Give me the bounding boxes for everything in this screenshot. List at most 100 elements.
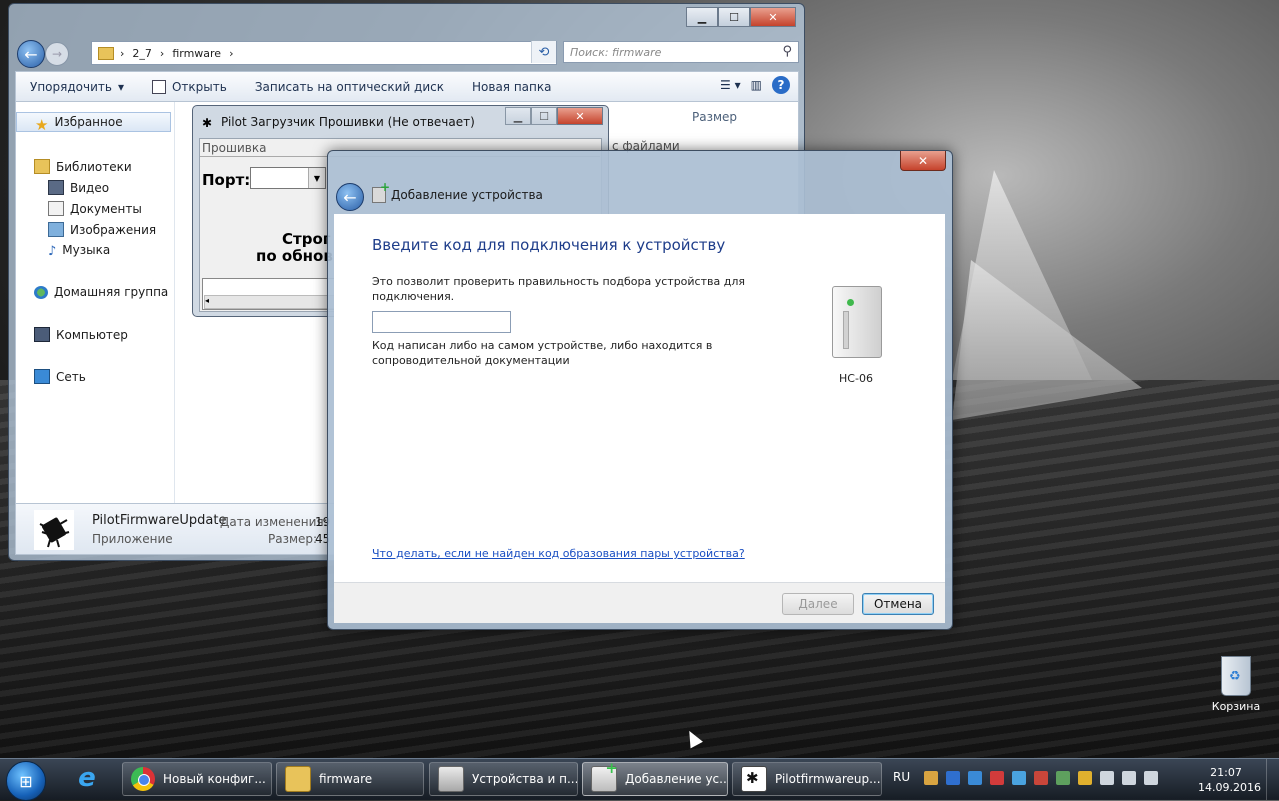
- nav-item-computer[interactable]: Компьютер: [34, 327, 128, 342]
- back-button[interactable]: ←: [336, 183, 364, 211]
- explorer-toolbar: Упорядочить ▾ Открыть Записать на оптиче…: [15, 71, 799, 103]
- nav-item-images[interactable]: Изображения: [48, 222, 156, 237]
- recycle-bin[interactable]: Корзина: [1206, 656, 1266, 713]
- pairing-code-hint: Код написан либо на самом устройстве, ли…: [372, 339, 713, 367]
- chevron-down-icon: ▾: [117, 80, 124, 94]
- pairing-code-input[interactable]: [372, 311, 511, 333]
- search-icon[interactable]: ⚲: [782, 44, 792, 59]
- nav-item-music[interactable]: ♪ Музыка: [48, 243, 110, 259]
- dialog-heading: Введите код для подключения к устройству: [372, 236, 726, 254]
- task-label: firmware: [319, 772, 373, 786]
- close-button[interactable]: ✕: [557, 107, 603, 125]
- clock-date: 14.09.2016: [1198, 781, 1261, 794]
- breadcrumb-segment[interactable]: firmware: [172, 47, 221, 60]
- open-label: Открыть: [171, 80, 227, 94]
- new-folder-label: Новая папка: [472, 80, 552, 94]
- back-button[interactable]: ←: [17, 40, 45, 68]
- search-input[interactable]: Поиск: firmware ⚲: [563, 41, 799, 63]
- tray-red-icon[interactable]: [990, 771, 1004, 785]
- address-bar[interactable]: › 2_7 › firmware › ▼: [91, 41, 557, 65]
- forward-button[interactable]: →: [45, 42, 69, 66]
- tray-hand-icon[interactable]: [924, 771, 938, 785]
- tray-app-icon[interactable]: [968, 771, 982, 785]
- nav-label: Сеть: [56, 369, 86, 384]
- bluetooth-icon[interactable]: [946, 771, 960, 785]
- minimize-button[interactable]: ▁: [505, 107, 531, 125]
- taskbar-item-add-device[interactable]: Добавление ус...: [582, 762, 728, 796]
- help-link[interactable]: Что делать, если не найден код образован…: [372, 547, 745, 560]
- nav-item-libraries[interactable]: Библиотеки: [34, 159, 132, 174]
- open-button[interactable]: Открыть: [138, 80, 241, 94]
- nav-label: Изображения: [70, 222, 157, 237]
- task-label: Устройства и п...: [472, 772, 578, 786]
- status-led: [847, 299, 854, 306]
- nav-item-network[interactable]: Сеть: [34, 369, 86, 384]
- tray-usb-icon[interactable]: [1034, 771, 1048, 785]
- folder-icon: [98, 46, 114, 60]
- cancel-button[interactable]: Отмена: [862, 593, 934, 615]
- window-icon: [151, 80, 166, 94]
- video-icon: [48, 180, 64, 195]
- nav-label: Библиотеки: [56, 159, 132, 174]
- dialog-title: Добавление устройства: [391, 188, 543, 202]
- task-label: Новый конфиг...: [163, 772, 266, 786]
- port-select[interactable]: ▼: [250, 167, 326, 189]
- maximize-button[interactable]: ☐: [531, 107, 557, 125]
- status-text-line1: Строг: [282, 230, 331, 248]
- task-label: Добавление ус...: [625, 772, 728, 786]
- organize-button[interactable]: Упорядочить ▾: [16, 80, 138, 94]
- start-button[interactable]: ⊞: [6, 761, 46, 801]
- nav-label: Компьютер: [56, 327, 128, 342]
- explorer-caption-buttons: ▁ ☐ ✕: [686, 7, 796, 27]
- horizontal-scrollbar[interactable]: ◂: [204, 295, 336, 309]
- size-label: Размер:: [268, 532, 318, 546]
- next-button[interactable]: Далее: [782, 593, 854, 615]
- notification-area: [924, 771, 1158, 785]
- view-options-icon[interactable]: ☰ ▾: [720, 78, 741, 92]
- breadcrumb-separator: ›: [159, 46, 165, 60]
- signal-icon[interactable]: [1100, 771, 1114, 785]
- warning-icon[interactable]: [1078, 771, 1092, 785]
- burn-button[interactable]: Записать на оптический диск: [241, 80, 458, 94]
- new-folder-button[interactable]: Новая папка: [458, 80, 565, 94]
- burn-label: Записать на оптический диск: [254, 80, 444, 94]
- file-name: PilotFirmwareUpdate: [92, 513, 227, 528]
- taskbar-item-pilot[interactable]: Pilotfirmwareup...: [732, 762, 882, 796]
- tab-firmware[interactable]: Прошивка: [202, 141, 266, 155]
- organize-label: Упорядочить: [30, 80, 112, 94]
- pilot-window-title: Pilot Загрузчик Прошивки (Не отвечает): [221, 115, 475, 129]
- power-icon[interactable]: [1144, 771, 1158, 785]
- column-header-size[interactable]: Размер: [692, 110, 737, 124]
- nav-item-homegroup[interactable]: Домашняя группа: [34, 285, 168, 299]
- internet-explorer-icon[interactable]: e: [70, 763, 104, 795]
- refresh-icon[interactable]: ⟲: [531, 41, 556, 63]
- taskbar-item-devices[interactable]: Устройства и п...: [429, 762, 578, 796]
- nav-item-favorites[interactable]: ★ Избранное: [16, 112, 171, 134]
- breadcrumb-segment[interactable]: 2_7: [132, 47, 152, 60]
- close-button[interactable]: ✕: [900, 151, 946, 171]
- nav-item-documents[interactable]: Документы: [48, 201, 142, 216]
- tray-check-icon[interactable]: [1056, 771, 1070, 785]
- close-button[interactable]: ✕: [750, 7, 796, 27]
- add-device-icon: [591, 763, 618, 792]
- nav-label: Видео: [70, 180, 110, 195]
- minimize-button[interactable]: ▁: [686, 7, 718, 27]
- nav-label: Домашняя группа: [54, 285, 169, 299]
- file-type: Приложение: [92, 532, 173, 546]
- volume-icon[interactable]: [1122, 771, 1136, 785]
- application-icon: [34, 510, 74, 550]
- show-desktop-button[interactable]: [1266, 759, 1279, 800]
- taskbar-item-explorer[interactable]: firmware: [276, 762, 424, 796]
- nav-item-video[interactable]: Видео: [48, 180, 109, 195]
- chevron-down-icon[interactable]: ▼: [308, 168, 325, 188]
- device-slot: [843, 311, 849, 349]
- clock[interactable]: 21:07 14.09.2016: [1198, 765, 1261, 795]
- language-indicator[interactable]: RU: [893, 770, 910, 784]
- modified-label: Дата изменения:: [220, 515, 328, 529]
- maximize-button[interactable]: ☐: [718, 7, 750, 27]
- preview-pane-icon[interactable]: ▥: [751, 78, 762, 92]
- search-placeholder: Поиск: firmware: [570, 45, 662, 59]
- help-icon[interactable]: ?: [772, 76, 790, 94]
- taskbar-item-chrome[interactable]: Новый конфиг...: [122, 762, 272, 796]
- tray-tool-icon[interactable]: [1012, 771, 1026, 785]
